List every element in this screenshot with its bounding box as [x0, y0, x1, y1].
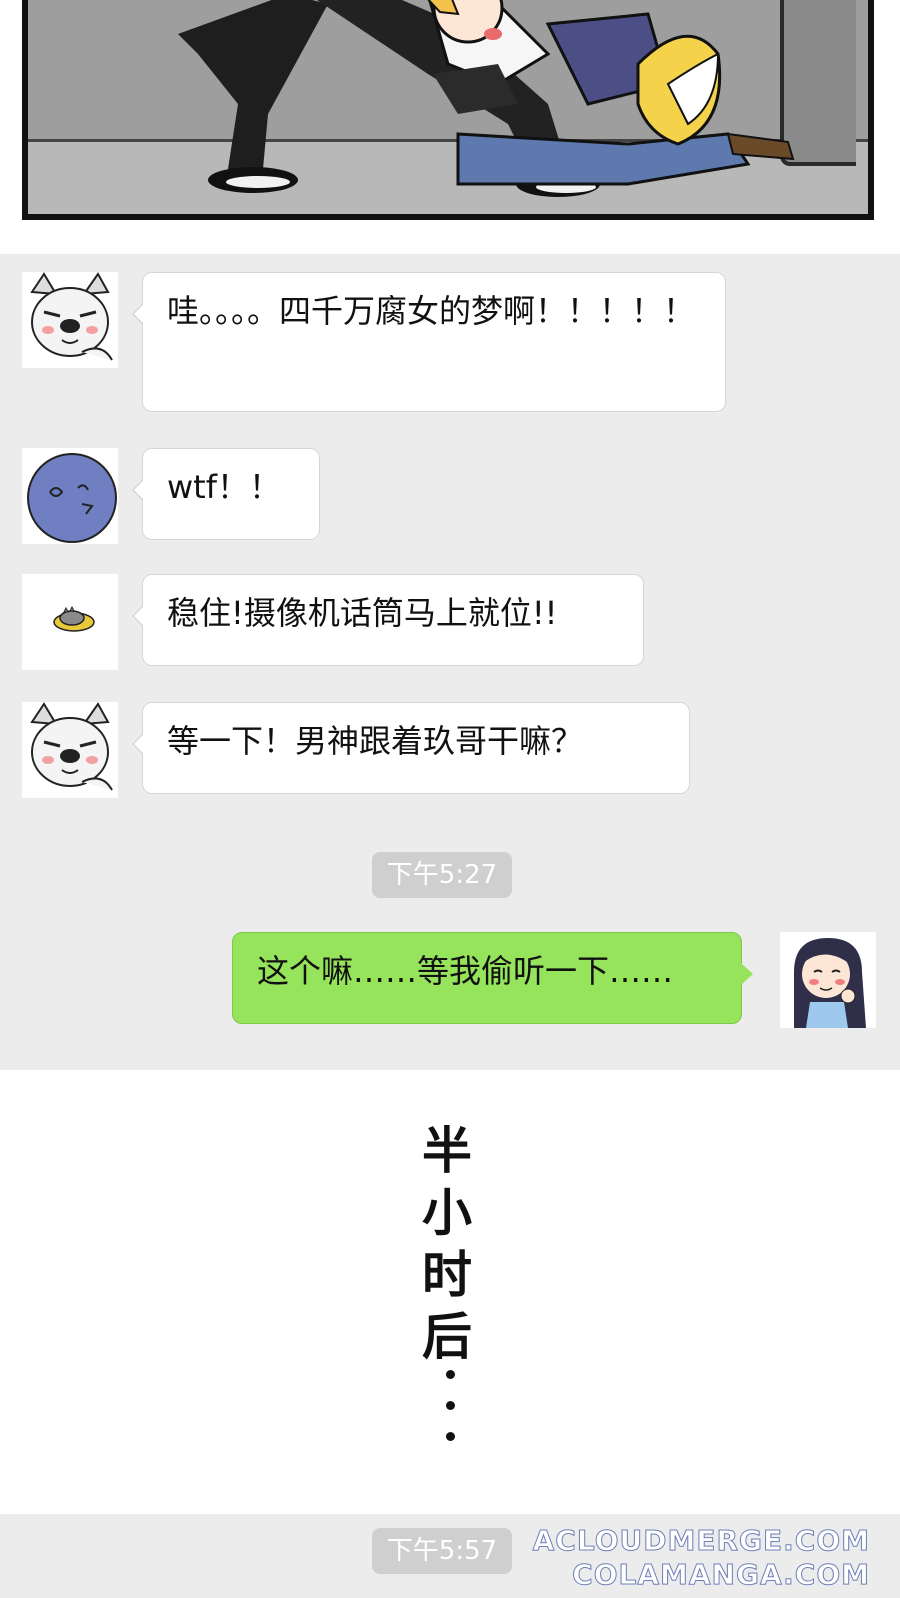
husky-avatar[interactable] [22, 272, 118, 368]
chat-reply[interactable]: 这个嘛……等我偷听一下…… [232, 932, 753, 1024]
narration-panel: 半 小 时 后 [0, 1070, 900, 1514]
girl-avatar[interactable] [780, 932, 876, 1028]
watermark-line-2: COLAMANGA.COM [572, 1558, 870, 1592]
husky-icon [22, 272, 118, 368]
timestamp: 下午5:57 [372, 1528, 512, 1574]
characters-illustration [178, 0, 795, 197]
husky-icon [22, 702, 118, 798]
chat-area: 哇。。。。四千万腐女的梦啊！！！！！ wtf！！ 稳住!摄像机话筒马上就位!! [0, 254, 900, 1070]
dot [445, 1401, 455, 1410]
watermark: ACLOUDMERGE.COM COLAMANGA.COM [532, 1524, 870, 1592]
dot [445, 1432, 455, 1441]
blue-face-icon [22, 448, 118, 544]
timestamp: 下午5:27 [372, 852, 512, 898]
girl-icon [780, 932, 876, 1028]
watermark-line-1: ACLOUDMERGE.COM [532, 1524, 870, 1558]
chat-message-3[interactable]: 稳住!摄像机话筒马上就位!! [132, 574, 644, 666]
comic-panel-frame [22, 0, 874, 220]
chat-area-bottom: 下午5:57 ACLOUDMERGE.COM COLAMANGA.COM [0, 1514, 900, 1598]
blue-face-avatar[interactable] [22, 448, 118, 544]
chat-message-2[interactable]: wtf！！ [132, 448, 320, 540]
cat-plate-avatar[interactable] [22, 574, 118, 670]
narration-text: 半 小 时 后 [422, 1122, 472, 1366]
husky-avatar[interactable] [22, 702, 118, 798]
comic-panel-top [0, 0, 900, 254]
cat-plate-icon [22, 574, 118, 670]
chat-message-1[interactable]: 哇。。。。四千万腐女的梦啊！！！！！ [132, 272, 726, 412]
ellipsis-dots [440, 1370, 460, 1463]
chat-message-4[interactable]: 等一下！男神跟着玖哥干嘛？ [132, 702, 690, 794]
dot [445, 1370, 455, 1379]
